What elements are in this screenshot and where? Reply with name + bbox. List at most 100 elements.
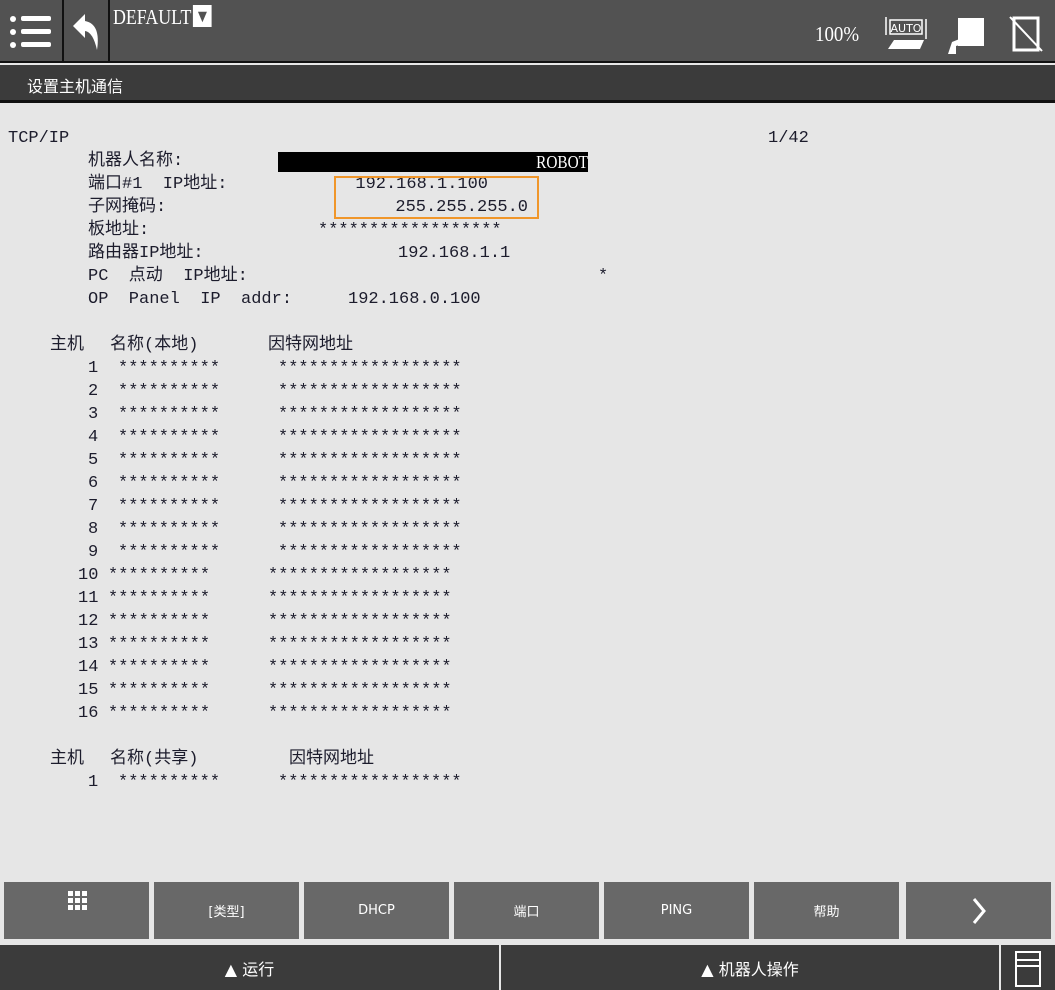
host-name[interactable]: ********** (108, 612, 210, 632)
menu-button[interactable] (0, 0, 64, 63)
router-ip-label: 路由器IP地址: (88, 244, 204, 263)
section-title: TCP/IP (8, 129, 70, 148)
host-address[interactable]: ****************** (268, 566, 452, 586)
menu-list-icon (10, 15, 51, 48)
panel-toggle-button[interactable] (1001, 945, 1055, 990)
host-name[interactable]: ********** (118, 497, 220, 517)
host-number: 10 (78, 566, 99, 585)
port-ip-label: 端口#1 IP地址: (88, 175, 228, 194)
function-key-label: DHCP (358, 903, 395, 918)
host-address[interactable]: ****************** (278, 773, 462, 793)
host-number: 7 (88, 497, 99, 516)
host-name[interactable]: ********** (108, 589, 210, 609)
robot-name-label: 机器人名称: (88, 152, 184, 171)
host-address[interactable]: ****************** (278, 451, 462, 471)
board-address-value[interactable]: ****************** (318, 221, 502, 241)
host-name[interactable]: ********** (108, 635, 210, 655)
function-key-1[interactable] (4, 882, 149, 939)
host-name[interactable]: ********** (118, 382, 220, 402)
host-address[interactable]: ****************** (268, 704, 452, 724)
function-key-label: [类型] (208, 905, 245, 920)
host-address[interactable]: ****************** (268, 589, 452, 609)
host-name[interactable]: ********** (118, 359, 220, 379)
host-address[interactable]: ****************** (268, 612, 452, 632)
host-address[interactable]: ****************** (278, 520, 462, 540)
host-name[interactable]: ********** (108, 658, 210, 678)
host-number: 3 (88, 405, 99, 424)
host-number: 5 (88, 451, 99, 470)
host-name[interactable]: ********** (118, 474, 220, 494)
svg-text:AUTO: AUTO (891, 22, 922, 35)
host-number: 12 (78, 612, 99, 631)
function-key-2[interactable]: [类型] (154, 882, 299, 939)
chevron-right-icon (972, 897, 986, 924)
host-number: 4 (88, 428, 99, 447)
function-key-4[interactable]: 端口 (454, 882, 599, 939)
function-key-3[interactable]: DHCP (304, 882, 449, 939)
host-name[interactable]: ********** (118, 520, 220, 540)
dropdown-icon: ▼ (193, 5, 212, 27)
top-bar: DEFAULT ▼ 100% AUTO (0, 0, 1055, 63)
robot-teach-icon[interactable] (944, 16, 986, 56)
host-name[interactable]: ********** (108, 681, 210, 701)
no-tablet-icon[interactable] (1008, 15, 1044, 53)
highlight-box (334, 176, 539, 219)
col-name-local: 名称(本地) (110, 336, 199, 355)
host-number: 2 (88, 382, 99, 401)
grid-icon (67, 891, 87, 910)
pc-jog-ip-value[interactable]: * (598, 267, 608, 287)
function-key-7[interactable] (906, 882, 1051, 939)
host-number: 1 (88, 359, 99, 378)
function-key-label: 端口 (513, 905, 540, 920)
host-address[interactable]: ****************** (278, 405, 462, 425)
host-address[interactable]: ****************** (278, 543, 462, 563)
op-panel-ip-label: OP Panel IP addr: (88, 290, 293, 309)
host-name[interactable]: ********** (118, 428, 220, 448)
host-address[interactable]: ****************** (278, 382, 462, 402)
col-address: 因特网地址 (289, 750, 374, 769)
col-host: 主机 (50, 336, 84, 355)
function-key-5[interactable]: PING (604, 882, 749, 939)
host-address[interactable]: ****************** (278, 497, 462, 517)
program-selector[interactable]: DEFAULT ▼ (113, 5, 212, 30)
host-address[interactable]: ****************** (268, 635, 452, 655)
host-address[interactable]: ****************** (278, 428, 462, 448)
host-number: 6 (88, 474, 99, 493)
host-number: 1 (88, 773, 99, 792)
robot-name-field[interactable]: ROBOT (278, 152, 588, 172)
host-address[interactable]: ****************** (268, 658, 452, 678)
subnet-label: 子网掩码: (88, 198, 167, 217)
host-name[interactable]: ********** (108, 704, 210, 724)
back-button[interactable] (64, 0, 110, 63)
host-number: 11 (78, 589, 99, 608)
speed-override[interactable]: 100% (815, 22, 859, 47)
host-number: 13 (78, 635, 99, 654)
col-name-shared: 名称(共享) (110, 750, 199, 769)
board-address-label: 板地址: (88, 221, 150, 240)
host-name[interactable]: ********** (118, 543, 220, 563)
host-name[interactable]: ********** (118, 405, 220, 425)
host-name[interactable]: ********** (118, 451, 220, 471)
host-address[interactable]: ****************** (278, 359, 462, 379)
host-number: 15 (78, 681, 99, 700)
panel-icon (1015, 950, 1041, 987)
host-address[interactable]: ****************** (268, 681, 452, 701)
screen-title: 设置主机通信 (0, 65, 1055, 103)
robot-operation-button[interactable]: ▲ 机器人操作 (501, 945, 999, 990)
auto-mode-icon[interactable]: AUTO (884, 15, 928, 51)
host-name[interactable]: ********** (108, 566, 210, 586)
function-key-label: PING (660, 903, 693, 918)
col-host: 主机 (50, 750, 84, 769)
function-key-6[interactable]: 帮助 (754, 882, 899, 939)
host-name[interactable]: ********** (118, 773, 220, 793)
op-panel-ip-value[interactable]: 192.168.0.100 (348, 290, 481, 310)
function-key-label: 帮助 (813, 905, 840, 920)
host-number: 16 (78, 704, 99, 723)
undo-arrow-icon (73, 13, 98, 50)
host-number: 8 (88, 520, 99, 539)
host-address[interactable]: ****************** (278, 474, 462, 494)
host-number: 9 (88, 543, 99, 562)
run-menu-button[interactable]: ▲ 运行 (0, 945, 499, 990)
router-ip-value[interactable]: 192.168.1.1 (398, 244, 510, 264)
pc-jog-ip-label: PC 点动 IP地址: (88, 267, 248, 286)
